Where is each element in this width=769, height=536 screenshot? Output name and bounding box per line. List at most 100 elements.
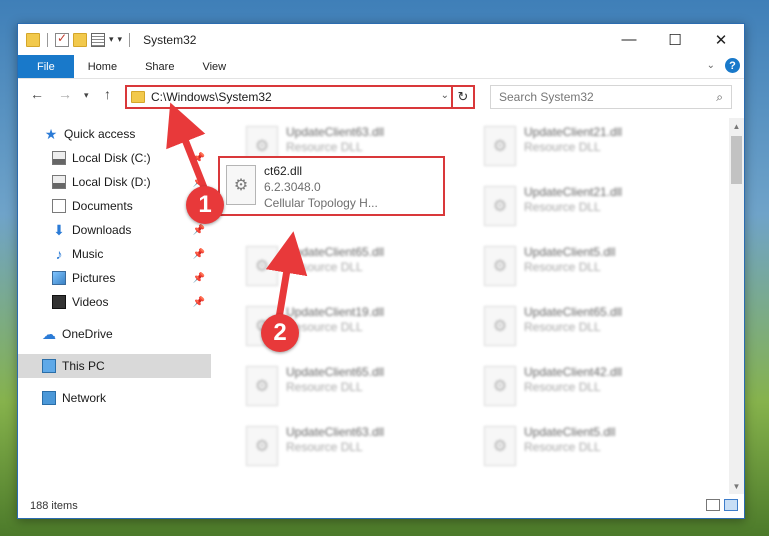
- help-icon[interactable]: ?: [725, 58, 740, 73]
- toolbar-divider: [129, 32, 131, 47]
- navigation-pane: ★ Quick access Local Disk (C:) 📌 Local D…: [18, 120, 211, 494]
- sidebar-item-onedrive[interactable]: ☁ OneDrive: [18, 322, 211, 346]
- dll-file-icon: ⚙: [226, 165, 256, 205]
- dll-file-icon: ⚙: [246, 426, 278, 466]
- file-type: Resource DLL: [524, 200, 601, 214]
- file-name: UpdateClient21.dll: [524, 125, 623, 139]
- highlighted-file-item[interactable]: ⚙ ct62.dll 6.2.3048.0 Cellular Topology …: [218, 156, 445, 216]
- address-path[interactable]: C:\Windows\System32: [151, 90, 272, 104]
- chevron-down-icon[interactable]: ⌄: [441, 90, 449, 101]
- onedrive-icon: ☁: [42, 326, 56, 342]
- title-bar: ▾ ▾ System32 — ☐ ✕: [18, 24, 744, 55]
- customize-toolbar-icon[interactable]: ▾: [118, 34, 123, 45]
- minimize-button[interactable]: —: [606, 24, 652, 55]
- search-placeholder: Search System32: [499, 90, 594, 104]
- sidebar-item-label: Videos: [72, 295, 109, 309]
- file-item[interactable]: ⚙ UpdateClient5.dll Resource DLL: [476, 422, 696, 472]
- up-arrow-icon[interactable]: ↑: [104, 86, 111, 102]
- sidebar-item-documents[interactable]: Documents 📌: [18, 194, 211, 218]
- pin-icon: 📌: [192, 152, 205, 164]
- window-controls: — ☐ ✕: [606, 24, 744, 55]
- file-item[interactable]: ⚙ UpdateClient21.dll Resource DLL: [476, 182, 696, 232]
- file-type: Resource DLL: [524, 260, 601, 274]
- scroll-down-icon[interactable]: ▼: [729, 478, 744, 494]
- file-item[interactable]: ⚙ UpdateClient65.dll Resource DLL: [238, 362, 458, 412]
- dll-file-icon: ⚙: [484, 126, 516, 166]
- file-item[interactable]: ⚙ UpdateClient65.dll Resource DLL: [476, 302, 696, 352]
- details-view-icon[interactable]: [706, 499, 720, 511]
- sidebar-item-videos[interactable]: Videos 📌: [18, 290, 211, 314]
- file-name: UpdateClient65.dll: [524, 305, 623, 319]
- sidebar-item-pictures[interactable]: Pictures 📌: [18, 266, 211, 290]
- scroll-up-icon[interactable]: ▲: [729, 118, 744, 134]
- file-type: Resource DLL: [524, 140, 601, 154]
- sidebar-item-local-disk-d[interactable]: Local Disk (D:) 📌: [18, 170, 211, 194]
- dll-file-icon: ⚙: [484, 366, 516, 406]
- sidebar-item-label: This PC: [62, 359, 105, 373]
- file-item[interactable]: ⚙ UpdateClient21.dll Resource DLL: [476, 122, 696, 172]
- sidebar-item-label: Network: [62, 391, 107, 405]
- file-item[interactable]: ⚙ UpdateClient63.dll Resource DLL: [238, 422, 458, 472]
- sidebar-item-label: Local Disk (D:): [72, 175, 151, 189]
- close-button[interactable]: ✕: [698, 24, 744, 55]
- properties-check-icon[interactable]: [55, 31, 69, 47]
- sidebar-item-label: Local Disk (C:): [72, 151, 151, 165]
- refresh-icon[interactable]: ↻: [451, 87, 473, 107]
- vertical-scrollbar[interactable]: ▲ ▼: [729, 118, 744, 494]
- file-name: UpdateClient42.dll: [524, 365, 623, 379]
- tab-view[interactable]: View: [188, 55, 240, 78]
- file-name: UpdateClient63.dll: [286, 425, 385, 439]
- recent-locations-icon[interactable]: ▾: [84, 90, 89, 101]
- item-count: 188 items: [30, 500, 78, 512]
- file-item[interactable]: ⚙ UpdateClient5.dll Resource DLL: [476, 242, 696, 292]
- file-name: UpdateClient21.dll: [524, 185, 623, 199]
- pictures-icon: [52, 271, 66, 285]
- scroll-thumb[interactable]: [731, 136, 742, 184]
- large-icons-view-icon[interactable]: [724, 499, 738, 511]
- file-name: UpdateClient19.dll: [286, 305, 385, 319]
- file-description: Cellular Topology H...: [264, 196, 378, 210]
- new-folder-icon[interactable]: [73, 32, 87, 47]
- tab-file[interactable]: File: [18, 55, 74, 78]
- sidebar-item-quick-access[interactable]: ★ Quick access: [18, 122, 211, 146]
- sidebar-item-downloads[interactable]: ⬇ Downloads 📌: [18, 218, 211, 242]
- ribbon-tabs: File Home Share View ⌄ ?: [18, 55, 744, 79]
- videos-icon: [52, 295, 66, 309]
- file-name: UpdateClient5.dll: [524, 425, 616, 439]
- sidebar-item-label: Downloads: [72, 223, 132, 237]
- ribbon-right: ⌄ ?: [707, 58, 740, 73]
- file-type: Resource DLL: [286, 260, 363, 274]
- step-1-badge: 1: [186, 186, 224, 224]
- drive-icon: [52, 151, 66, 165]
- maximize-button[interactable]: ☐: [652, 24, 698, 55]
- expand-ribbon-icon[interactable]: ⌄: [707, 60, 715, 71]
- address-bar[interactable]: C:\Windows\System32 ⌄ ↻: [125, 85, 475, 109]
- pin-icon: 📌: [192, 272, 205, 284]
- this-pc-icon: [42, 359, 56, 373]
- tab-share[interactable]: Share: [131, 55, 188, 78]
- sidebar-item-network[interactable]: Network: [18, 386, 211, 410]
- properties-icon[interactable]: [91, 32, 105, 47]
- view-toggle: [706, 499, 738, 511]
- forward-arrow-icon[interactable]: →: [58, 86, 72, 102]
- file-type: Resource DLL: [524, 380, 601, 394]
- dll-file-icon: ⚙: [484, 306, 516, 346]
- sidebar-item-label: Pictures: [72, 271, 116, 285]
- folder-icon[interactable]: [26, 32, 40, 47]
- file-type: Resource DLL: [286, 440, 363, 454]
- file-name: UpdateClient5.dll: [524, 245, 616, 259]
- window-title: System32: [143, 32, 197, 47]
- search-input[interactable]: Search System32 ⌕: [490, 85, 732, 109]
- back-arrow-icon[interactable]: ←: [30, 86, 44, 102]
- search-icon[interactable]: ⌕: [716, 90, 723, 105]
- dll-file-icon: ⚙: [246, 366, 278, 406]
- status-bar: 188 items: [18, 494, 744, 518]
- sidebar-item-local-disk-c[interactable]: Local Disk (C:) 📌: [18, 146, 211, 170]
- tab-home[interactable]: Home: [74, 55, 131, 78]
- navigation-row: ← → ▾ ↑ C:\Windows\System32 ⌄ ↻ Search S…: [18, 82, 744, 110]
- file-item[interactable]: ⚙ UpdateClient65.dll Resource DLL: [238, 242, 458, 292]
- chevron-down-icon[interactable]: ▾: [109, 34, 114, 45]
- file-item[interactable]: ⚙ UpdateClient42.dll Resource DLL: [476, 362, 696, 412]
- sidebar-item-this-pc[interactable]: This PC: [18, 354, 211, 378]
- sidebar-item-music[interactable]: ♪ Music 📌: [18, 242, 211, 266]
